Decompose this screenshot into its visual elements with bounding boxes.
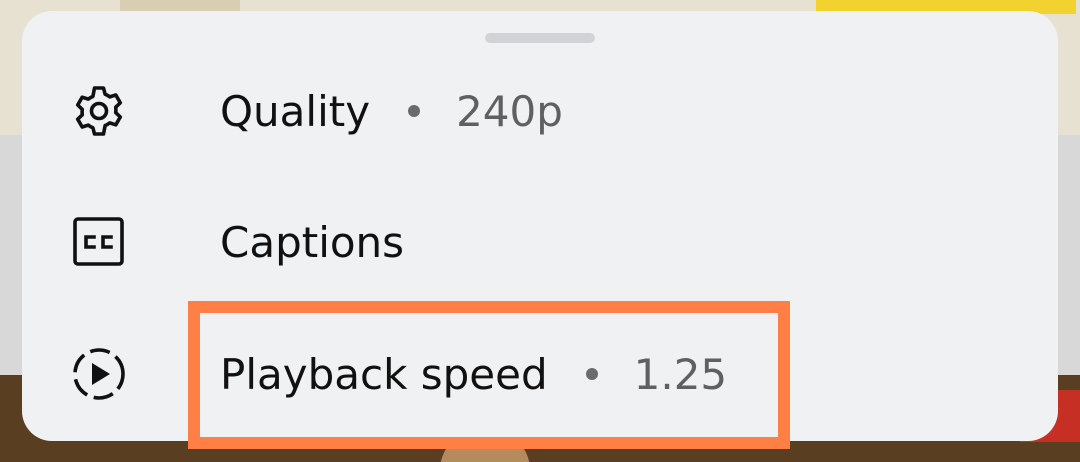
menu-item-captions[interactable]: Captions [22,197,1058,287]
menu-item-label: Quality [220,86,371,136]
menu-item-quality[interactable]: Quality 240p [22,66,1058,156]
playback-speed-icon [70,345,128,403]
menu-item-value: 1.25 [633,349,728,399]
menu-item-playback-speed[interactable]: Playback speed 1.25 [22,329,1058,419]
menu-item-label: Captions [220,217,405,267]
drag-handle[interactable] [485,33,595,43]
closed-captions-icon [70,213,128,271]
menu-item-value: 240p [456,86,563,136]
settings-bottom-sheet: Quality 240p Captions Playback speed 1.2… [22,11,1058,441]
separator-dot [408,105,421,117]
separator-dot [585,368,598,380]
menu-item-label: Playback speed [220,349,548,399]
gear-icon [70,82,128,140]
